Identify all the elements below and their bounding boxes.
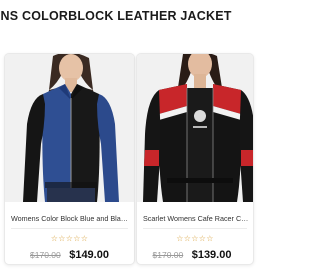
sale-price: $139.00 bbox=[191, 249, 232, 261]
star-outline-icon: ☆ bbox=[176, 234, 184, 243]
divider bbox=[11, 228, 128, 229]
jacket-red-black-image bbox=[137, 54, 253, 202]
star-outline-icon: ☆ bbox=[80, 234, 89, 243]
star-outline-icon: ☆ bbox=[191, 234, 199, 243]
product-card[interactable]: Scarlet Womens Cafe Racer Colc ☆☆☆☆☆ $17… bbox=[136, 53, 254, 265]
sale-price: $149.00 bbox=[69, 249, 109, 261]
product-grid: ENS COLORBLOCK LEATHER JACKET Womens Col… bbox=[0, 0, 254, 270]
star-outline-icon: ☆ bbox=[206, 234, 214, 243]
old-price: $170.00 bbox=[152, 250, 184, 260]
rating-stars: ☆☆☆☆☆ bbox=[137, 234, 253, 243]
product-name[interactable]: Scarlet Womens Cafe Racer Colc bbox=[143, 214, 249, 223]
divider bbox=[143, 228, 247, 229]
product-card[interactable]: Womens Color Block Blue and Blac... ☆☆☆☆… bbox=[4, 53, 135, 265]
product-image[interactable] bbox=[5, 54, 134, 202]
rating-stars: ☆☆☆☆☆ bbox=[5, 234, 134, 243]
star-outline-icon: ☆ bbox=[58, 234, 66, 243]
star-outline-icon: ☆ bbox=[73, 234, 81, 243]
price-row: $170.00 $149.00 bbox=[5, 245, 134, 263]
product-name[interactable]: Womens Color Block Blue and Blac... bbox=[11, 214, 130, 223]
product-image[interactable] bbox=[137, 54, 253, 202]
price-row: $170.00 $139.00 bbox=[137, 245, 253, 263]
jacket-blue-black-image bbox=[5, 54, 134, 202]
page-title: ENS COLORBLOCK LEATHER JACKET bbox=[0, 9, 232, 23]
old-price: $170.00 bbox=[30, 250, 61, 260]
